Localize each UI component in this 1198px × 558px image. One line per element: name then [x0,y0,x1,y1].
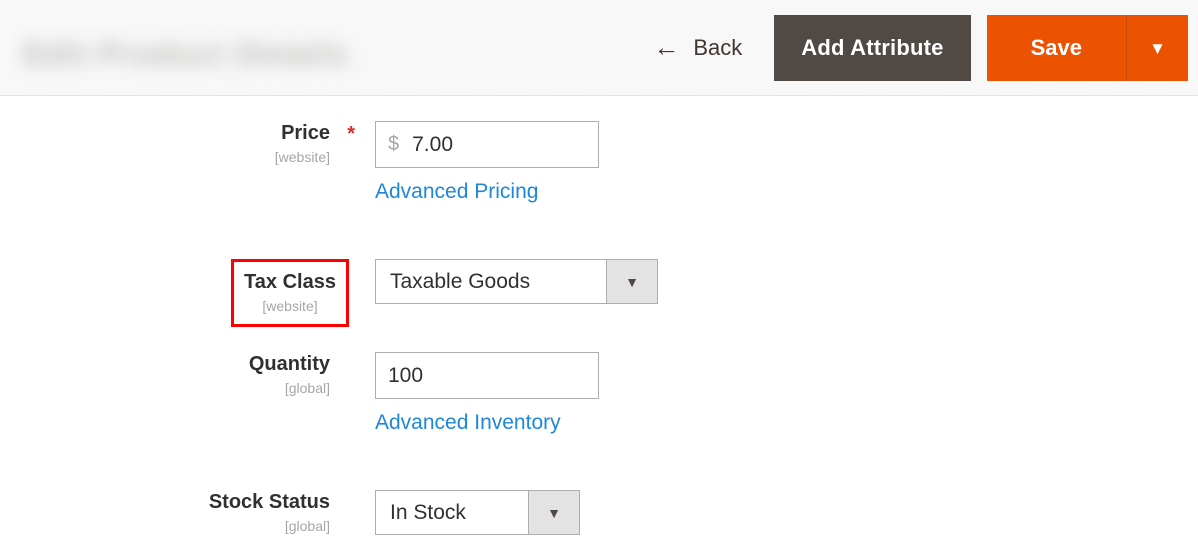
add-attribute-button[interactable]: Add Attribute [774,15,971,81]
field-row-tax-class: Tax Class [website] Taxable Goods ▼ [0,259,658,327]
tax-class-highlight-box: Tax Class [website] [231,259,349,327]
tax-class-select[interactable]: Taxable Goods ▼ [375,259,658,304]
product-form: Price * [website] $ 7.00 Advanced Pricin… [0,96,1198,558]
page-header: Edit Product Details ← Back Add Attribut… [0,0,1198,96]
field-scope-text: [global] [284,380,330,396]
currency-symbol: $ [388,133,400,155]
header-actions: ← Back Add Attribute Save ▼ [653,0,1188,96]
page-title: Edit Product Details [10,26,397,84]
back-button[interactable]: ← Back [653,32,766,62]
price-input-value: 7.00 [412,132,453,156]
advanced-inventory-link[interactable]: Advanced Inventory [375,411,561,435]
chevron-down-icon: ▼ [1149,38,1166,58]
stock-status-select-value: In Stock [390,500,466,524]
stock-status-select[interactable]: In Stock ▼ [375,490,580,535]
field-label-text: Price [281,122,330,144]
field-control-price: $ 7.00 Advanced Pricing [330,121,599,204]
save-button[interactable]: Save [986,15,1126,81]
tax-class-select-value: Taxable Goods [390,269,531,293]
field-scope-text: [website] [274,149,330,165]
required-marker-icon: * [347,123,355,145]
field-row-stock-status: Stock Status [global] In Stock ▼ [0,490,580,536]
save-dropdown-toggle[interactable]: ▼ [1126,15,1188,81]
field-label-text: Stock Status [208,491,330,513]
quantity-input[interactable]: 100 [375,352,599,399]
field-control-stock-status: In Stock ▼ [330,490,580,535]
field-label-text: Quantity [248,353,330,375]
chevron-down-icon[interactable]: ▼ [606,260,657,303]
field-control-tax-class: Taxable Goods ▼ [330,259,658,304]
price-input[interactable]: $ 7.00 [375,121,599,168]
field-row-quantity: Quantity [global] 100 Advanced Inventory [0,352,599,435]
field-control-quantity: 100 Advanced Inventory [330,352,599,435]
field-scope-text: [website] [262,298,318,314]
page-title-text: Edit Product Details [24,38,350,71]
quantity-input-value: 100 [388,363,424,387]
field-scope-text: [global] [284,518,330,534]
field-label-price: Price * [website] [0,121,355,167]
back-button-label: Back [693,35,743,60]
save-button-group: Save ▼ [986,15,1188,81]
field-label-stock-status: Stock Status [global] [0,490,330,536]
field-label-text: Tax Class [244,271,336,293]
advanced-pricing-link[interactable]: Advanced Pricing [375,180,538,204]
field-row-price: Price * [website] $ 7.00 Advanced Pricin… [0,121,599,204]
field-label-quantity: Quantity [global] [0,352,330,398]
chevron-down-icon[interactable]: ▼ [528,491,579,534]
arrow-left-icon: ← [653,32,680,62]
